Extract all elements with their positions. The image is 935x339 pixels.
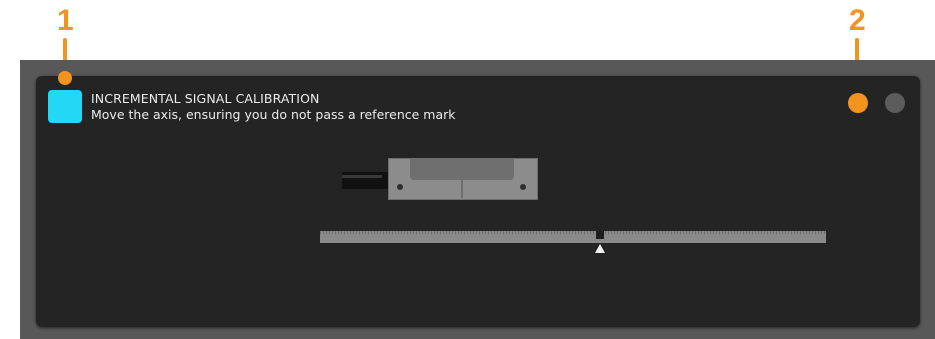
reference-mark [596,231,604,239]
callout-number-1: 1 [57,4,74,37]
panel-instruction: Move the axis, ensuring you do not pass … [91,107,456,122]
panel-title: INCREMENTAL SIGNAL CALIBRATION [91,91,320,106]
position-pointer-icon [595,244,605,253]
status-led-active [848,93,868,113]
status-led-inactive [885,93,905,113]
readhead-window [410,158,514,180]
readhead-divider [461,180,463,198]
callout-number-2: 2 [849,4,866,37]
callout-dot-1 [58,71,72,85]
readhead-mounting-hole-right [520,184,526,190]
signal-status-indicator [48,90,82,123]
readhead-mounting-hole-left [397,184,403,190]
readhead-cable-highlight [342,175,382,178]
encoder-scale [320,231,826,243]
